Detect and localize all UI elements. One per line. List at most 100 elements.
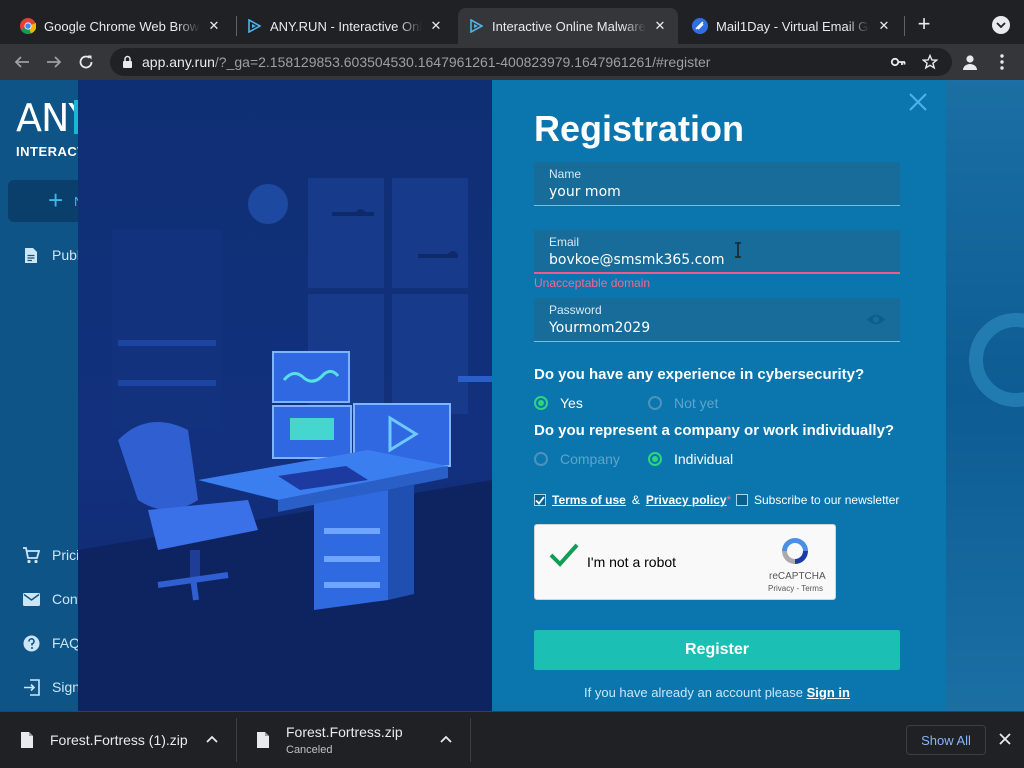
app-sidebar: ANY INTERACTIVE + N Publ Prici Cont FAQ … xyxy=(0,80,108,711)
recaptcha-logo-icon xyxy=(779,535,811,572)
chrome-menu-button[interactable] xyxy=(990,50,1014,74)
text-cursor-icon xyxy=(735,242,741,258)
individual-radio[interactable]: Individual xyxy=(648,451,733,467)
lock-icon[interactable] xyxy=(122,55,133,74)
close-tab-icon[interactable]: ✕ xyxy=(206,18,222,34)
privacy-policy-link[interactable]: Privacy policy xyxy=(646,493,727,507)
download-item[interactable]: Forest.Fortress (1).zip xyxy=(0,718,236,762)
download-item[interactable]: Forest.Fortress.zip Canceled xyxy=(236,718,470,762)
tab-title: Google Chrome Web Browser xyxy=(44,18,200,34)
name-field[interactable]: Name your mom xyxy=(534,162,900,206)
chevron-up-icon[interactable] xyxy=(440,735,452,743)
download-filename: Forest.Fortress.zip xyxy=(286,724,403,740)
mail-icon xyxy=(22,590,40,608)
tab-strip: Google Chrome Web Browser ✕ ANY.RUN - In… xyxy=(0,0,1024,44)
recaptcha-brand: reCAPTCHA xyxy=(769,571,826,582)
signin-prompt: If you have already an account please xyxy=(584,685,803,700)
chevron-up-icon[interactable] xyxy=(206,735,218,743)
recaptcha-checkbox[interactable] xyxy=(549,543,579,572)
checkmark-icon xyxy=(549,543,579,567)
url-text[interactable]: app.any.run/?_ga=2.158129853.603504530.1… xyxy=(142,54,710,70)
radio-checked-icon xyxy=(534,396,548,410)
kebab-menu-icon xyxy=(1000,54,1004,70)
company-radio[interactable]: Company xyxy=(534,451,620,467)
company-question: Do you represent a company or work indiv… xyxy=(534,422,895,439)
recaptcha-widget: I'm not a robot reCAPTCHA Privacy - Term… xyxy=(534,524,836,600)
radio-unchecked-icon xyxy=(534,452,548,466)
back-arrow-icon xyxy=(14,56,29,68)
back-button[interactable] xyxy=(10,50,34,74)
shelf-separator xyxy=(470,718,471,762)
reload-button[interactable] xyxy=(74,50,98,74)
anyrun-icon xyxy=(468,18,484,34)
person-icon xyxy=(963,55,977,70)
tab-anyrun[interactable]: ANY.RUN - Interactive Online Malware San… xyxy=(236,8,454,44)
name-value[interactable]: your mom xyxy=(549,184,621,200)
tab-mail1day[interactable]: Mail1Day - Virtual Email Generator ✕ xyxy=(682,8,902,44)
radio-label: Individual xyxy=(674,451,734,467)
terms-checkbox-row: Terms of use & Privacy policy * xyxy=(534,493,731,507)
register-button[interactable]: Register xyxy=(534,630,900,670)
document-icon xyxy=(22,246,40,264)
tab-google-chrome[interactable]: Google Chrome Web Browser ✕ xyxy=(10,8,232,44)
page-title: Registration xyxy=(534,108,745,149)
recaptcha-links[interactable]: Privacy - Terms xyxy=(768,584,823,593)
workspace-illustration xyxy=(78,80,492,711)
close-modal-button[interactable] xyxy=(908,92,928,112)
page-viewport: ANY INTERACTIVE + N Publ Prici Cont FAQ … xyxy=(0,80,1024,711)
tab-title: Interactive Online Malware Analysis xyxy=(492,18,646,34)
password-field[interactable]: Password Yourmom2029 xyxy=(534,298,900,342)
eye-icon[interactable] xyxy=(866,313,886,331)
experience-yes-radio[interactable]: Yes xyxy=(534,395,583,411)
tab-title: ANY.RUN - Interactive Online Malware San… xyxy=(270,18,422,34)
close-tab-icon[interactable]: ✕ xyxy=(876,18,892,34)
close-icon xyxy=(909,93,927,111)
tab-interactive-analysis[interactable]: Interactive Online Malware Analysis ✕ xyxy=(458,8,678,44)
file-icon xyxy=(257,732,269,748)
show-all-button[interactable]: Show All xyxy=(906,725,986,755)
download-shelf: Forest.Fortress (1).zip Forest.Fortress.… xyxy=(0,711,1024,768)
chrome-icon xyxy=(20,18,36,34)
experience-not-yet-radio[interactable]: Not yet xyxy=(648,395,718,411)
reload-icon xyxy=(79,55,93,69)
new-tab-button[interactable]: + xyxy=(912,13,936,37)
help-icon xyxy=(22,634,40,652)
newsletter-checkbox-row[interactable]: Subscribe to our newsletter xyxy=(736,493,899,507)
cart-icon xyxy=(22,546,40,564)
email-field[interactable]: Email bovkoe@smsmk365.com xyxy=(534,230,900,274)
new-task-button[interactable]: + N xyxy=(8,180,88,222)
sidebar-item-label: FAQ xyxy=(52,635,81,651)
checkmark-icon xyxy=(535,495,545,505)
radio-label: Not yet xyxy=(674,395,719,411)
plus-icon: + xyxy=(48,185,64,215)
background-overlay xyxy=(946,80,1024,711)
signin-link[interactable]: Sign in xyxy=(807,685,850,700)
password-label: Password xyxy=(549,303,602,317)
email-value[interactable]: bovkoe@smsmk365.com xyxy=(549,252,725,268)
tab-search-icon[interactable] xyxy=(992,16,1010,34)
file-icon xyxy=(21,732,33,748)
close-icon[interactable] xyxy=(998,732,1012,746)
close-tab-icon[interactable]: ✕ xyxy=(428,18,444,34)
bookmark-star-icon[interactable] xyxy=(922,54,938,70)
terms-checkbox[interactable] xyxy=(534,494,546,506)
radio-unchecked-icon xyxy=(648,396,662,410)
signin-prompt-row: If you have already an account please Si… xyxy=(534,685,900,700)
anyrun-icon xyxy=(246,18,262,34)
email-label: Email xyxy=(549,235,580,249)
download-filename: Forest.Fortress (1).zip xyxy=(50,732,188,748)
signin-icon xyxy=(22,678,40,696)
ampersand: & xyxy=(631,493,640,507)
terms-of-use-link[interactable]: Terms of use xyxy=(552,493,626,507)
profile-button[interactable] xyxy=(958,50,982,74)
recaptcha-label: I'm not a robot xyxy=(587,554,677,570)
address-bar[interactable]: app.any.run/?_ga=2.158129853.603504530.1… xyxy=(110,48,952,76)
forward-button[interactable] xyxy=(42,50,66,74)
radio-checked-icon xyxy=(648,452,662,466)
close-tab-icon[interactable]: ✕ xyxy=(652,18,668,34)
password-value[interactable]: Yourmom2029 xyxy=(549,320,650,336)
browser-toolbar: app.any.run/?_ga=2.158129853.603504530.1… xyxy=(0,44,1024,80)
newsletter-label: Subscribe to our newsletter xyxy=(754,493,900,507)
key-icon[interactable] xyxy=(890,54,906,70)
newsletter-checkbox[interactable] xyxy=(736,494,748,506)
